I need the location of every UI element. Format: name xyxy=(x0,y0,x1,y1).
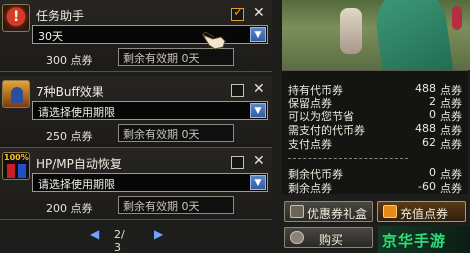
next-page-icon[interactable]: ▶ xyxy=(154,227,168,241)
mp-bar-icon xyxy=(18,164,26,178)
summary-label: 剩余点券 xyxy=(288,182,332,195)
checkmark-icon: ✓ xyxy=(233,5,244,20)
summary-row: 剩余点券 -60 点券 xyxy=(288,180,462,195)
summary-row: 支付点券 62 点券 xyxy=(288,136,462,151)
dropdown-arrow-icon[interactable]: ▼ xyxy=(250,103,266,118)
summary-value: 488 xyxy=(415,122,436,135)
recharge-icon xyxy=(383,205,397,218)
duration-value: 请选择使用期限 xyxy=(38,178,115,191)
summary-row: 保留点券 2 点券 xyxy=(288,95,462,110)
summary-row: 可以为您节省 0 点券 xyxy=(288,108,462,123)
prev-page-icon[interactable]: ◀ xyxy=(90,227,104,241)
item-price: 250 点券 xyxy=(46,130,93,143)
recharge-button[interactable]: 充值点券 xyxy=(377,201,466,222)
summary-value: 0 xyxy=(429,108,436,121)
item-title: 任务助手 xyxy=(36,9,85,23)
summary-value: 2 xyxy=(429,95,436,108)
coupon-button-label: 优惠券礼盒 xyxy=(307,207,368,221)
item-title: HP/MP自动恢复 xyxy=(36,157,122,171)
item-list: 任务助手 ✓ ✕ 30天 ▼ 300 点券 剩余有效期 0天 7种Buff效果 … xyxy=(0,0,276,222)
summary-unit: 点券 xyxy=(440,138,462,151)
summary-value: -60 xyxy=(418,180,436,193)
character-preview xyxy=(282,0,470,70)
item-card-task-assistant: 任务助手 ✓ ✕ 30天 ▼ 300 点券 剩余有效期 0天 xyxy=(0,0,272,72)
item-card-hp-mp: 100% HP/MP自动恢复 ✕ 请选择使用期限 ▼ 200 点券 剩余有效期 … xyxy=(0,148,272,220)
duration-value: 30天 xyxy=(38,30,63,43)
dropdown-arrow-icon[interactable]: ▼ xyxy=(250,27,266,42)
summary-row: 持有代币券 488 点券 xyxy=(288,82,462,97)
character-figure-back xyxy=(340,8,362,54)
duration-select[interactable]: 请选择使用期限 ▼ xyxy=(32,101,268,120)
summary-value: 62 xyxy=(422,136,436,149)
expiry-field: 剩余有效期 0天 xyxy=(118,124,234,142)
summary-row: 剩余代币券 0 点券 xyxy=(288,166,462,181)
rose-decoration xyxy=(452,6,462,30)
recharge-button-label: 充值点券 xyxy=(400,207,449,221)
task-scroll-icon xyxy=(2,4,30,32)
payment-summary: 持有代币券 488 点券 保留点券 2 点券 可以为您节省 0 点券 需支付的代… xyxy=(282,70,468,195)
watermark-logo: 京华手游 xyxy=(378,226,470,253)
duration-select[interactable]: 30天 ▼ xyxy=(32,25,268,44)
summary-divider xyxy=(288,158,408,159)
buy-icon xyxy=(290,231,304,244)
hand-cursor-icon xyxy=(201,31,226,50)
buy-button-label: 购买 xyxy=(319,233,344,247)
expiry-field: 剩余有效期 0天 xyxy=(118,196,234,214)
buy-button[interactable]: 购买 xyxy=(284,227,373,248)
close-icon[interactable]: ✕ xyxy=(253,81,265,97)
duration-select[interactable]: 请选择使用期限 ▼ xyxy=(32,173,268,192)
buff-character-icon xyxy=(2,80,30,108)
close-icon[interactable]: ✕ xyxy=(253,5,265,21)
icon-badge: 100% xyxy=(4,153,29,162)
gift-box-icon xyxy=(290,205,304,218)
character-figure xyxy=(372,0,454,70)
hp-mp-potion-icon: 100% xyxy=(2,152,30,180)
item-title: 7种Buff效果 xyxy=(36,85,104,99)
item-price: 300 点券 xyxy=(46,54,93,67)
summary-unit: 点券 xyxy=(440,182,462,195)
item-price: 200 点券 xyxy=(46,202,93,215)
item-checkbox[interactable]: ✓ xyxy=(231,5,244,21)
item-checkbox[interactable] xyxy=(231,84,244,97)
duration-value: 请选择使用期限 xyxy=(38,106,115,119)
page-number: 2/ 3 xyxy=(114,228,125,253)
item-card-buff: 7种Buff效果 ✕ 请选择使用期限 ▼ 250 点券 剩余有效期 0天 xyxy=(0,76,272,148)
summary-row: 需支付的代币券 488 点券 xyxy=(288,122,462,137)
close-icon[interactable]: ✕ xyxy=(253,153,265,169)
summary-label: 支付点券 xyxy=(288,138,332,151)
dropdown-arrow-icon[interactable]: ▼ xyxy=(250,175,266,190)
coupon-gift-box-button[interactable]: 优惠券礼盒 xyxy=(284,201,373,222)
item-checkbox[interactable] xyxy=(231,156,244,169)
summary-value: 488 xyxy=(415,82,436,95)
hp-bar-icon xyxy=(7,164,15,178)
summary-value: 0 xyxy=(429,166,436,179)
